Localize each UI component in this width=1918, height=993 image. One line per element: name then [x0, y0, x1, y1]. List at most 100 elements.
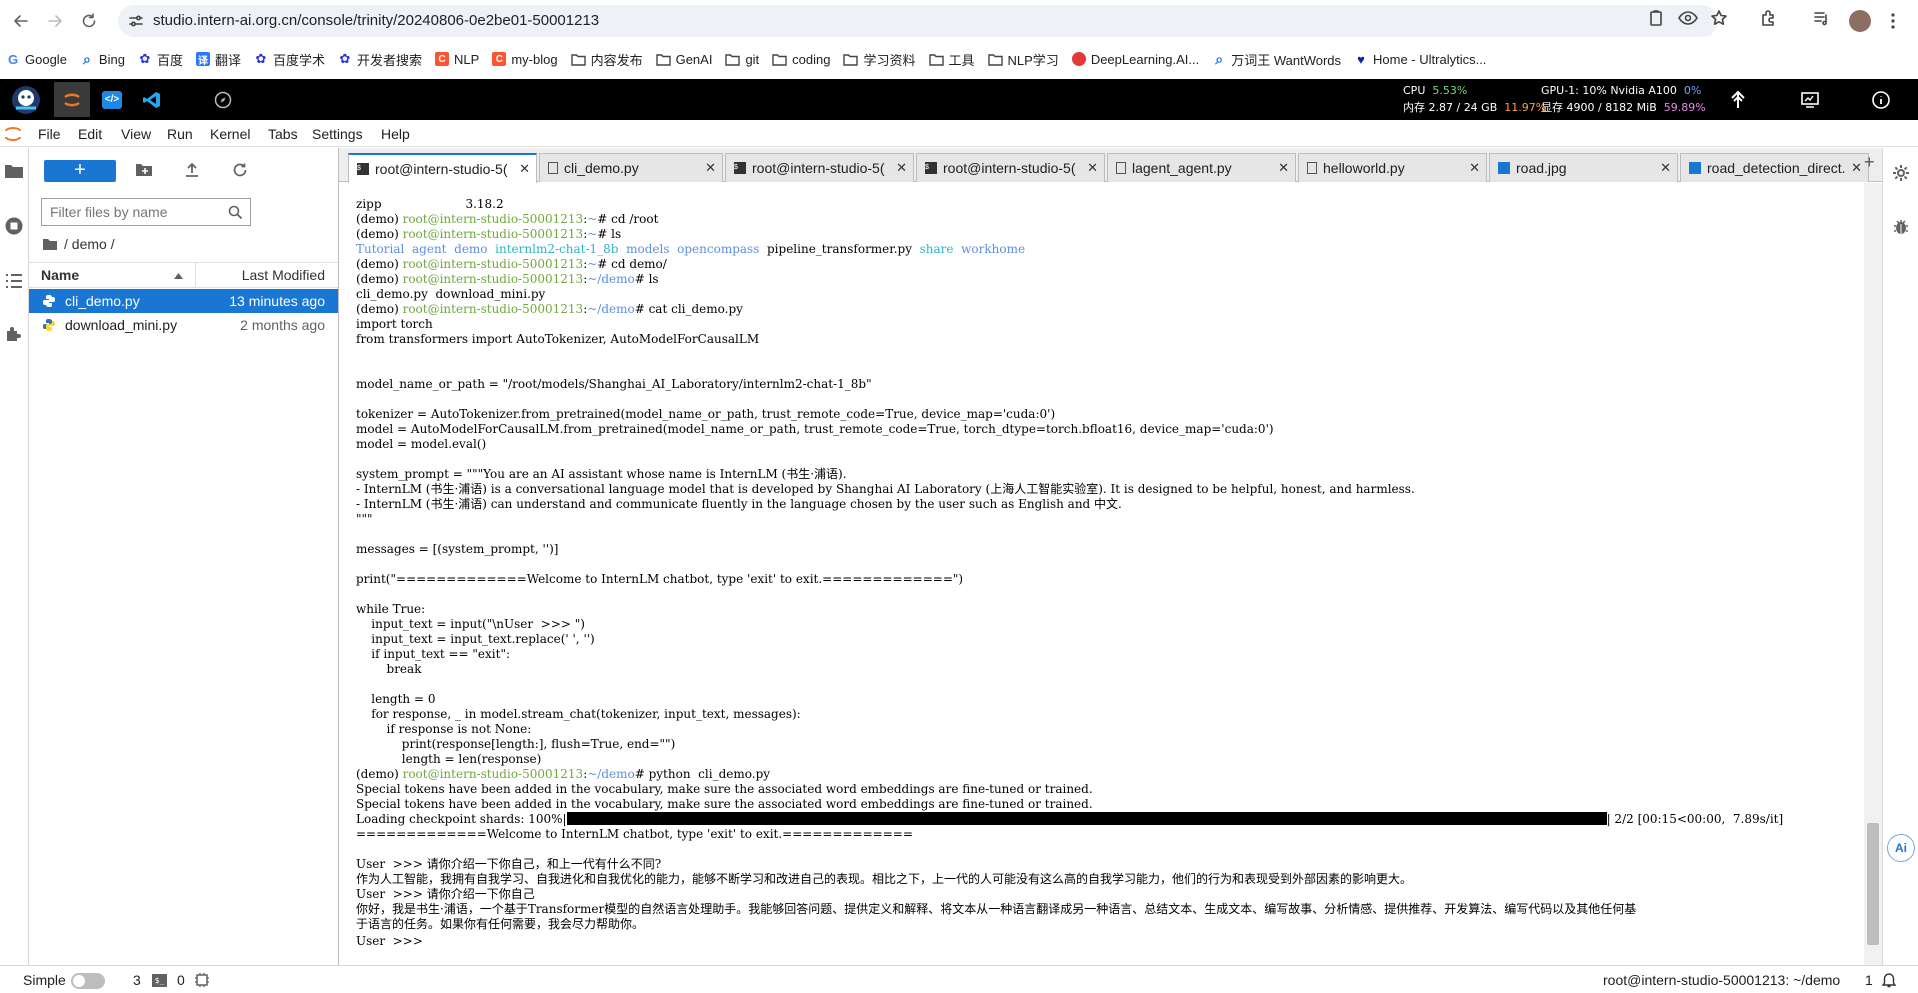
menu-view[interactable]: View: [121, 126, 151, 142]
tab-file[interactable]: lagent_agent.py ✕: [1107, 153, 1296, 182]
notification-count[interactable]: 1: [1865, 972, 1873, 988]
terminal-panel[interactable]: zipp 3.18.2 (demo) root@intern-studio-500…: [339, 183, 1882, 965]
tab-image[interactable]: road.jpg ✕: [1489, 153, 1678, 182]
bookmark-item[interactable]: DeepLearning.AI...: [1071, 52, 1199, 67]
bookmark-item[interactable]: ✿ 百度学术: [254, 50, 325, 69]
simple-mode-toggle[interactable]: [71, 973, 105, 989]
tab-label[interactable]: root@intern-studio-5(: [375, 161, 513, 177]
scrollbar[interactable]: [1864, 183, 1882, 965]
jupyterlab-tab[interactable]: [54, 82, 90, 117]
folder-icon[interactable]: [4, 162, 24, 180]
tab-label[interactable]: root@intern-studio-5(: [752, 160, 890, 176]
bookmark-item[interactable]: git: [725, 52, 759, 67]
terminals-count[interactable]: 3: [133, 972, 141, 988]
tab-terminal[interactable]: $ root@intern-studio-5(✕: [725, 153, 914, 182]
close-icon[interactable]: ✕: [1087, 160, 1098, 176]
menu-kernel[interactable]: Kernel: [210, 126, 250, 142]
close-icon[interactable]: ✕: [1469, 160, 1480, 176]
site-info-icon[interactable]: [128, 13, 144, 29]
tab-label[interactable]: road_detection_direct.: [1707, 160, 1845, 176]
bookmark-item[interactable]: Cmy-blog: [492, 52, 558, 67]
bookmark-item[interactable]: 工具: [928, 50, 975, 69]
forward-button[interactable]: [38, 4, 72, 38]
terminal-output[interactable]: zipp 3.18.2 (demo) root@intern-studio-500…: [356, 197, 1856, 948]
tab-terminal[interactable]: $ root@intern-studio-5(✕: [348, 153, 537, 183]
monitor-button[interactable]: [1795, 82, 1825, 117]
tab-label[interactable]: road.jpg: [1516, 160, 1654, 176]
kernels-count[interactable]: 0: [177, 972, 185, 988]
file-row[interactable]: download_mini.py 2 months ago: [29, 313, 338, 337]
bookmark-item[interactable]: G Google: [6, 52, 67, 67]
table-of-contents-icon[interactable]: [4, 272, 24, 290]
filter-input[interactable]: [41, 198, 251, 226]
close-icon[interactable]: ✕: [1851, 160, 1862, 176]
bookmark-item[interactable]: 学习资料: [843, 50, 916, 69]
bookmark-item[interactable]: coding: [772, 52, 830, 67]
tab-label[interactable]: root@intern-studio-5(: [943, 160, 1081, 176]
bookmark-item[interactable]: NLP学习: [987, 50, 1059, 69]
tab-label[interactable]: cli_demo.py: [564, 160, 699, 176]
bookmark-item[interactable]: ✿ 百度: [138, 50, 183, 69]
bookmark-item[interactable]: ⌕ 万词王 WantWords: [1212, 50, 1341, 69]
ai-assistant-icon[interactable]: Ai: [1887, 834, 1915, 862]
debugger-icon[interactable]: [1893, 218, 1909, 236]
bookmark-item[interactable]: ♥ Home - Ultralytics...: [1354, 52, 1486, 67]
url-text[interactable]: studio.intern-ai.org.cn/console/trinity/…: [153, 12, 599, 29]
clipboard-icon[interactable]: [1647, 9, 1665, 27]
close-icon[interactable]: ✕: [896, 160, 907, 176]
bookmark-item[interactable]: GenAI: [655, 52, 712, 67]
breadcrumb-path[interactable]: / demo /: [64, 236, 115, 252]
extension-manager-icon[interactable]: [4, 324, 24, 344]
refresh-icon[interactable]: [232, 162, 248, 178]
close-icon[interactable]: ✕: [705, 160, 716, 176]
new-launcher-button[interactable]: +: [44, 160, 116, 182]
menu-edit[interactable]: Edit: [78, 126, 102, 142]
upload-icon[interactable]: [184, 162, 200, 178]
file-name[interactable]: cli_demo.py: [65, 293, 140, 309]
close-icon[interactable]: ✕: [1278, 160, 1289, 176]
profile-avatar[interactable]: [1849, 10, 1871, 32]
file-name[interactable]: download_mini.py: [65, 317, 177, 333]
compass-tab[interactable]: [208, 82, 238, 117]
tab-file[interactable]: helloworld.py ✕: [1298, 153, 1487, 182]
back-button[interactable]: [4, 4, 38, 38]
menu-tabs[interactable]: Tabs: [268, 126, 298, 142]
media-icon[interactable]: [1812, 9, 1830, 27]
bookmark-item[interactable]: ✿ 开发者搜索: [338, 50, 422, 69]
bookmark-item[interactable]: ⌕ Bing: [80, 51, 125, 67]
bookmark-item[interactable]: 译翻译: [195, 50, 241, 69]
star-icon[interactable]: [1710, 9, 1728, 27]
menu-run[interactable]: Run: [167, 126, 193, 142]
sort-arrow-icon[interactable]: [174, 273, 183, 279]
kebab-menu-icon[interactable]: [1890, 12, 1896, 30]
new-folder-icon[interactable]: [135, 162, 153, 178]
tab-image[interactable]: road_detection_direct. ✕: [1680, 153, 1869, 182]
bookmark-item[interactable]: C NLP: [435, 52, 479, 67]
new-tab-button[interactable]: +: [1864, 152, 1875, 173]
running-icon[interactable]: [4, 216, 24, 236]
info-button[interactable]: [1866, 82, 1896, 117]
name-column-header[interactable]: Name: [41, 267, 79, 283]
scrollbar-thumb[interactable]: [1867, 823, 1879, 945]
close-icon[interactable]: ✕: [1660, 160, 1671, 176]
upload-cloud-button[interactable]: [1723, 82, 1753, 117]
tab-label[interactable]: lagent_agent.py: [1132, 160, 1272, 176]
tab-file[interactable]: cli_demo.py ✕: [539, 153, 723, 182]
eye-icon[interactable]: [1678, 9, 1698, 27]
menu-file[interactable]: File: [38, 126, 61, 142]
bell-icon[interactable]: [1881, 972, 1897, 988]
extensions-icon[interactable]: [1760, 9, 1778, 27]
reload-button[interactable]: [72, 4, 106, 38]
vscode-web-tab[interactable]: </>: [97, 82, 127, 117]
menu-help[interactable]: Help: [381, 126, 410, 142]
bookmark-item[interactable]: 内容发布: [570, 50, 643, 69]
property-inspector-icon[interactable]: [1892, 164, 1910, 182]
tab-label[interactable]: helloworld.py: [1323, 160, 1463, 176]
modified-column-header[interactable]: Last Modified: [242, 267, 325, 283]
vscode-tab[interactable]: [137, 82, 167, 117]
menu-settings[interactable]: Settings: [312, 126, 363, 142]
breadcrumb[interactable]: / demo /: [42, 236, 115, 252]
close-icon[interactable]: ✕: [519, 161, 530, 177]
tab-terminal[interactable]: $ root@intern-studio-5(✕: [916, 153, 1105, 182]
file-row[interactable]: cli_demo.py 13 minutes ago: [29, 289, 338, 313]
